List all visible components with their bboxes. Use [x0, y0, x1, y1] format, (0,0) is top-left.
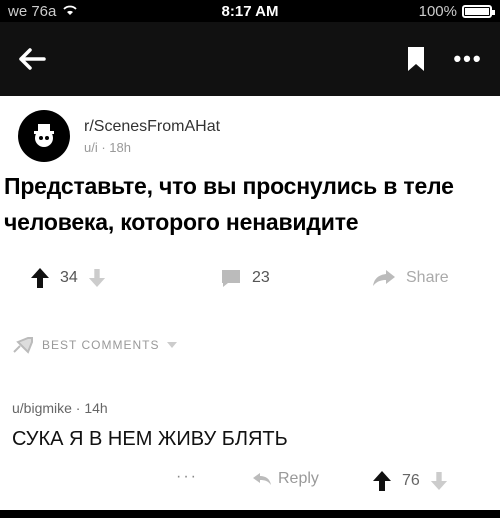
post-submitter: u/i · 18h	[84, 139, 131, 155]
comment-score: 76	[402, 472, 420, 489]
share-arrow-icon	[373, 270, 395, 286]
back-button[interactable]	[10, 37, 54, 81]
comment-vote-group: 76	[372, 470, 448, 492]
downvote-arrow-icon	[430, 472, 447, 490]
bookmark-button[interactable]	[394, 37, 438, 81]
battery-icon	[462, 4, 495, 18]
comment-more-button[interactable]: ···	[176, 468, 198, 486]
status-right: 100%	[418, 2, 495, 20]
post-title: Представьте, что вы проснулись в теле че…	[4, 173, 454, 235]
comment-author[interactable]: u/bigmike · 14h	[12, 400, 108, 416]
comment-upvote-button[interactable]	[372, 470, 392, 492]
comment-actions: ··· Reply 76	[0, 468, 500, 496]
bottom-edge	[0, 510, 500, 518]
status-left: we 76a	[8, 3, 78, 20]
downvote-arrow-icon	[88, 269, 105, 287]
more-options-icon: •••	[453, 46, 483, 71]
comments-count-group[interactable]: 23	[220, 268, 270, 288]
bookmark-icon	[408, 47, 424, 71]
sort-label: BEST COMMENTS	[42, 338, 160, 352]
reply-button[interactable]: Reply	[252, 470, 319, 488]
reply-label: Reply	[278, 470, 319, 487]
rocket-icon	[13, 337, 33, 354]
share-label: Share	[406, 269, 449, 286]
wifi-icon	[62, 3, 78, 20]
subreddit-name[interactable]: r/ScenesFromAHat	[84, 118, 220, 136]
post-header: r/ScenesFromAHat u/i · 18h	[18, 110, 220, 162]
status-bar: we 76a 8:17 AM 100%	[0, 0, 500, 22]
upvote-count: 34	[60, 269, 78, 286]
battery-label: 100%	[418, 2, 457, 20]
hat-logo-icon	[34, 124, 54, 147]
comment-downvote-button[interactable]	[430, 471, 448, 491]
comment-body: СУКА Я В НЕМ ЖИВУ БЛЯТЬ	[12, 428, 288, 450]
more-options-button[interactable]: •••	[446, 37, 490, 81]
upvote-button[interactable]	[30, 267, 50, 289]
upvote-arrow-icon	[31, 268, 49, 288]
post-meta: r/ScenesFromAHat u/i · 18h	[84, 118, 220, 155]
downvote-button[interactable]	[88, 268, 106, 288]
post-actions: 34 23 Share	[0, 262, 500, 294]
share-button[interactable]: Share	[372, 269, 449, 287]
comments-count: 23	[252, 269, 270, 286]
chevron-down-icon	[167, 342, 178, 348]
comment-sort-selector[interactable]: BEST COMMENTS	[12, 336, 178, 354]
subreddit-avatar[interactable]	[18, 110, 70, 162]
back-arrow-icon	[19, 48, 46, 70]
post-vote-group: 34	[30, 267, 106, 289]
nav-bar: •••	[0, 22, 500, 96]
comment-icon	[222, 270, 240, 287]
carrier-label: we 76a	[8, 2, 57, 20]
upvote-arrow-icon	[373, 471, 391, 491]
reply-arrow-icon	[253, 473, 271, 485]
